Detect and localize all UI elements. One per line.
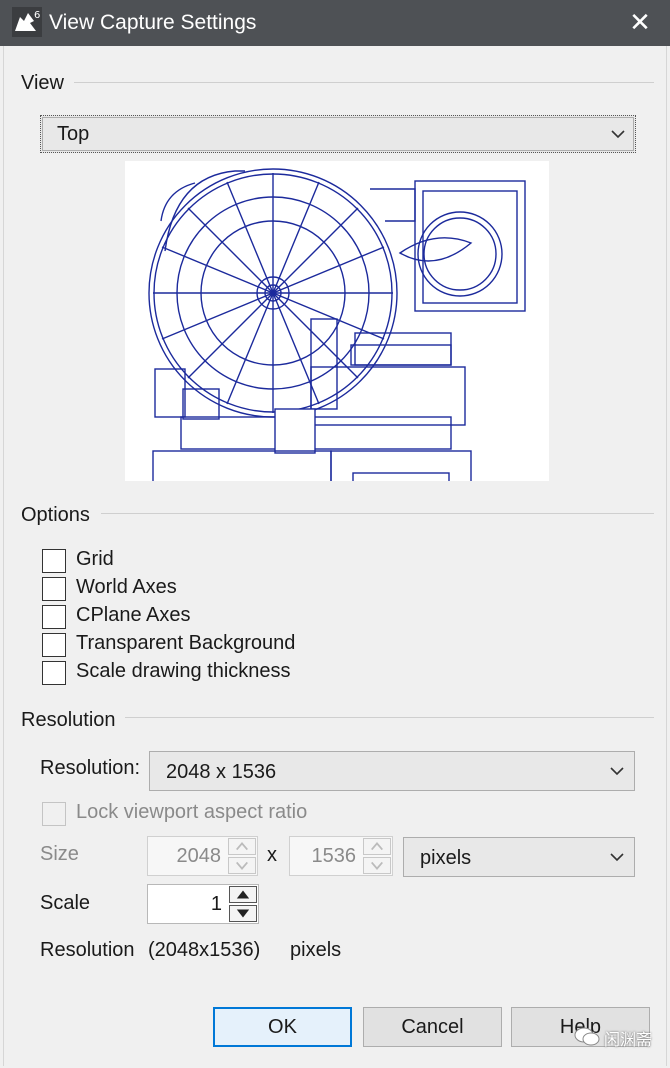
units-dropdown-value: pixels xyxy=(420,847,472,869)
wechat-icon xyxy=(574,1027,600,1046)
height-stepper-buttons xyxy=(363,838,391,874)
increment-arrow-icon[interactable] xyxy=(229,886,257,903)
transparent-background-checkbox-label: Transparent Background xyxy=(76,632,296,654)
height-value: 1536 xyxy=(311,845,357,867)
ok-button[interactable]: OK xyxy=(213,1007,352,1047)
width-value: 2048 xyxy=(176,845,222,867)
lock-aspect-ratio-label: Lock viewport aspect ratio xyxy=(76,801,308,823)
increment-arrow-icon[interactable] xyxy=(228,838,256,855)
width-stepper-buttons xyxy=(228,838,256,874)
view-dropdown[interactable]: Top xyxy=(40,115,636,153)
chevron-down-icon xyxy=(611,130,625,139)
view-section-label: View xyxy=(21,72,64,94)
resolution-dropdown-value: 2048 x 1536 xyxy=(166,761,277,783)
scale-label: Scale xyxy=(40,892,91,914)
decrement-arrow-icon[interactable] xyxy=(228,857,256,874)
watermark-text: 闲渊斋 xyxy=(604,1032,653,1049)
width-stepper[interactable]: 2048 xyxy=(147,836,258,876)
height-stepper[interactable]: 1536 xyxy=(289,836,393,876)
resolution-summary-label: Resolution xyxy=(40,939,135,961)
size-times-symbol: x xyxy=(267,844,277,866)
cplane-axes-checkbox[interactable] xyxy=(42,605,66,629)
lock-aspect-ratio-checkbox[interactable] xyxy=(42,802,66,826)
rhino-app-icon: 6 xyxy=(12,7,42,37)
watermark-overlay: 闲渊斋 xyxy=(574,1022,658,1052)
increment-arrow-icon[interactable] xyxy=(363,838,391,855)
world-axes-checkbox-label: World Axes xyxy=(76,576,177,598)
transparent-background-checkbox[interactable] xyxy=(42,633,66,657)
grid-checkbox[interactable] xyxy=(42,549,66,573)
view-dropdown-value: Top xyxy=(57,123,90,145)
cplane-axes-checkbox-label: CPlane Axes xyxy=(76,604,191,626)
dialog-body: View Top Options Grid World Axes CPlane … xyxy=(3,46,667,1066)
resolution-label: Resolution: xyxy=(40,757,141,779)
scale-value: 1 xyxy=(210,893,222,915)
view-preview-image xyxy=(125,161,549,481)
size-label: Size xyxy=(40,843,79,865)
resolution-section-divider xyxy=(125,717,654,718)
grid-checkbox-label: Grid xyxy=(76,548,114,570)
preview-drawing xyxy=(148,168,526,481)
options-section-label: Options xyxy=(21,504,90,526)
units-dropdown[interactable]: pixels xyxy=(403,837,635,877)
resolution-summary-value: (2048x1536) xyxy=(148,939,261,961)
chevron-down-icon xyxy=(610,767,624,776)
options-section-divider xyxy=(101,513,654,514)
scale-stepper-buttons xyxy=(229,886,257,922)
window-title: View Capture Settings xyxy=(49,11,257,34)
app-icon-badge: 6 xyxy=(34,10,40,21)
scale-drawing-thickness-checkbox-label: Scale drawing thickness xyxy=(76,660,291,682)
decrement-arrow-icon[interactable] xyxy=(363,857,391,874)
world-axes-checkbox[interactable] xyxy=(42,577,66,601)
title-bar: 6 View Capture Settings ✕ xyxy=(0,0,670,46)
cancel-button[interactable]: Cancel xyxy=(363,1007,502,1047)
chevron-down-icon xyxy=(610,853,624,862)
resolution-section-label: Resolution xyxy=(21,709,116,731)
decrement-arrow-icon[interactable] xyxy=(229,905,257,922)
close-icon[interactable]: ✕ xyxy=(626,8,654,36)
scale-drawing-thickness-checkbox[interactable] xyxy=(42,661,66,685)
resolution-dropdown[interactable]: 2048 x 1536 xyxy=(149,751,635,791)
view-section-divider xyxy=(74,82,654,83)
scale-stepper[interactable]: 1 xyxy=(147,884,259,924)
resolution-summary-units: pixels xyxy=(290,939,342,961)
